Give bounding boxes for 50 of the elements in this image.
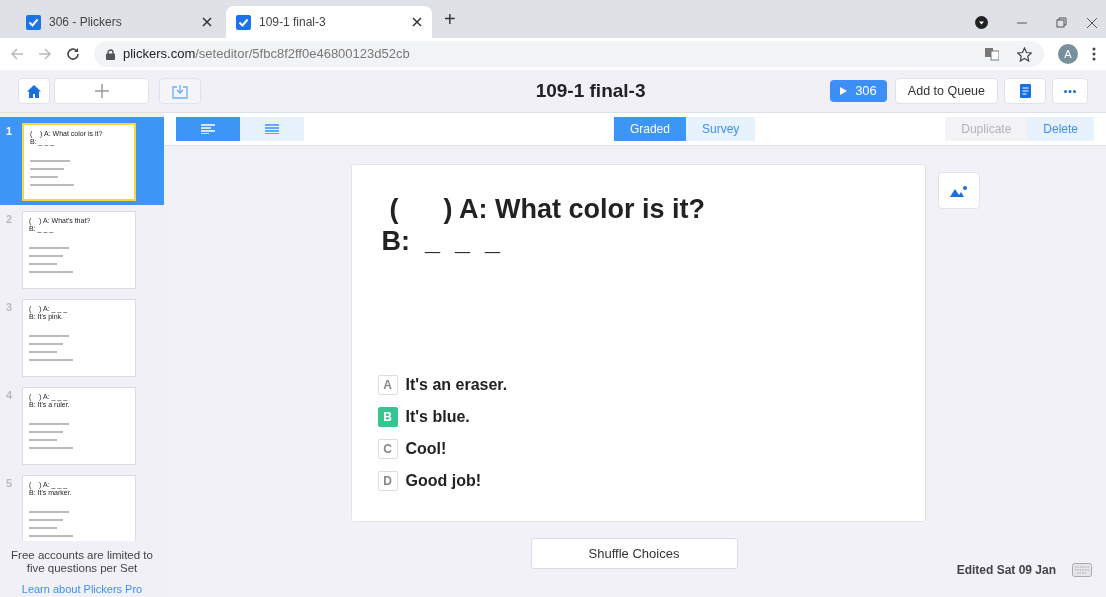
close-icon[interactable] xyxy=(412,17,422,27)
url-text: plickers.com/seteditor/5fbc8f2ff0e46800123d52cb xyxy=(123,45,411,64)
slide-number: 4 xyxy=(6,388,14,403)
download-icon xyxy=(172,83,188,99)
slide-number: 1 xyxy=(6,124,14,139)
play-icon xyxy=(840,87,848,95)
queue-button[interactable]: Add to Queue xyxy=(894,78,998,104)
slide-number: 5 xyxy=(6,476,14,491)
close-icon[interactable] xyxy=(202,17,212,27)
more-button[interactable] xyxy=(1052,78,1088,104)
browser-tab[interactable]: 109-1 final-3 xyxy=(226,6,432,38)
align-justify-icon xyxy=(265,124,279,134)
slide-number: 3 xyxy=(6,300,14,315)
add-image-button[interactable] xyxy=(937,172,980,209)
align-left-icon xyxy=(201,124,215,134)
shuffle-button[interactable]: Shuffle Choices xyxy=(530,538,738,569)
choice-letter[interactable]: A xyxy=(377,375,398,395)
slide-number: 2 xyxy=(6,212,14,227)
image-icon xyxy=(949,184,968,197)
edited-date: Edited Sat 09 Jan xyxy=(956,562,1056,579)
reload-icon[interactable] xyxy=(66,47,80,61)
question-text: ( ) A: What color is it? xyxy=(388,193,706,225)
question-text: B: _ _ _ xyxy=(380,225,502,257)
plus-icon xyxy=(94,84,109,98)
more-icon xyxy=(1064,89,1076,93)
lock-icon xyxy=(106,48,115,60)
choice-letter[interactable]: C xyxy=(377,439,398,459)
choice-letter[interactable]: D xyxy=(377,471,398,491)
favicon-icon xyxy=(26,14,41,30)
browser-tab[interactable]: 306 - Plickers xyxy=(16,6,222,38)
choice-text: Good job! xyxy=(405,471,482,491)
media-control-icon[interactable] xyxy=(975,16,988,29)
new-tab-button[interactable]: + xyxy=(444,4,456,34)
restore-icon[interactable] xyxy=(1056,17,1068,29)
star-icon[interactable] xyxy=(1017,46,1032,62)
set-title: 109-1 final-3 xyxy=(534,78,647,103)
close-icon[interactable] xyxy=(1086,17,1098,29)
translate-icon[interactable] xyxy=(985,47,999,61)
address-bar[interactable]: plickers.com/seteditor/5fbc8f2ff0e46800123d52cb xyxy=(94,41,1044,67)
limit-notice: Free accounts are limited to five questions per Set xyxy=(10,549,154,575)
choice-text: Cool! xyxy=(405,439,447,459)
layout-button[interactable] xyxy=(176,117,240,141)
choice-text: It's blue. xyxy=(405,407,470,427)
menu-icon[interactable] xyxy=(1092,47,1096,61)
report-button[interactable] xyxy=(1004,78,1046,104)
favicon-icon xyxy=(236,14,251,30)
home-icon xyxy=(27,84,41,98)
document-icon xyxy=(1019,84,1031,98)
choice-text: It's an eraser. xyxy=(405,375,508,395)
home-button[interactable] xyxy=(18,78,50,104)
